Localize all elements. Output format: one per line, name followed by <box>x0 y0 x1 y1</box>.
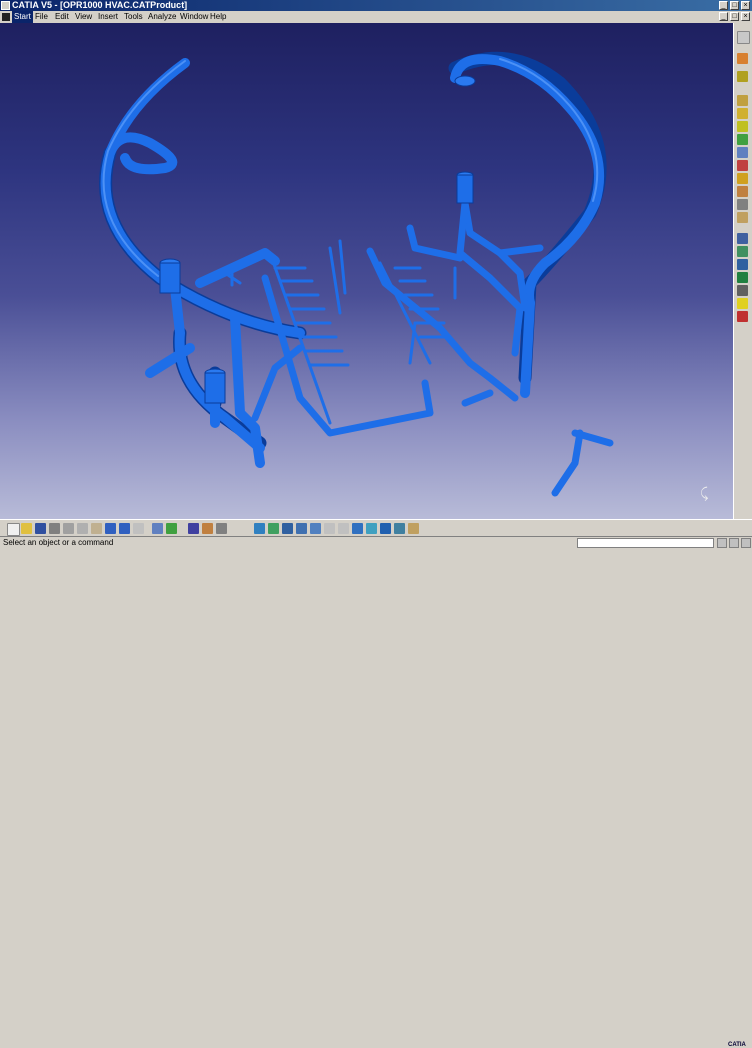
menu-analyze[interactable]: Analyze <box>148 11 176 23</box>
save-icon[interactable] <box>35 523 46 534</box>
cancel-icon[interactable] <box>741 538 751 548</box>
close-button[interactable]: × <box>741 1 750 10</box>
doc-close-button[interactable]: × <box>741 12 750 21</box>
cut-icon[interactable] <box>63 523 74 534</box>
doc-restore-button[interactable]: □ <box>730 12 739 21</box>
menu-tools[interactable]: Tools <box>124 11 143 23</box>
menu-window[interactable]: Window <box>180 11 208 23</box>
window-titlebar: CATIA V5 - [OPR1000 HVAC.CATProduct] _ □… <box>0 0 752 11</box>
rotate-icon[interactable] <box>310 523 321 534</box>
knowledge-icon[interactable] <box>166 523 177 534</box>
iso-view-icon[interactable] <box>366 523 377 534</box>
power-input-icon[interactable] <box>717 538 727 548</box>
open-icon[interactable] <box>21 523 32 534</box>
whats-this-icon[interactable] <box>133 523 144 534</box>
measure-icon[interactable] <box>202 523 213 534</box>
compass-icon[interactable] <box>254 523 265 534</box>
explode-icon[interactable] <box>737 212 748 223</box>
replace-component-icon[interactable] <box>737 121 748 132</box>
catia-app-icon[interactable] <box>1 1 10 10</box>
catia-logo: CATIA <box>728 1042 746 1048</box>
duct-cylinders <box>159 75 476 404</box>
product-icon[interactable] <box>737 53 748 64</box>
contact-icon[interactable] <box>737 272 748 283</box>
doc-minimize-button[interactable]: _ <box>719 12 728 21</box>
pan-view-icon[interactable] <box>296 523 307 534</box>
bottom-toolbar: CATIA <box>0 519 752 1048</box>
constraint-icon[interactable] <box>737 246 748 257</box>
hvac-model[interactable] <box>0 23 733 519</box>
snap-icon[interactable] <box>737 199 748 210</box>
reorder-icon[interactable] <box>737 134 748 145</box>
fit-all-icon[interactable] <box>282 523 293 534</box>
light-icon[interactable] <box>737 298 748 309</box>
catalog-icon[interactable] <box>188 523 199 534</box>
existing-component-icon[interactable] <box>737 108 748 119</box>
zoom-in-icon[interactable] <box>324 523 335 534</box>
arrow-select-icon[interactable] <box>737 31 750 44</box>
status-message: Select an object or a command <box>3 538 114 547</box>
window-title: CATIA V5 - [OPR1000 HVAC.CATProduct] <box>12 0 188 10</box>
maximize-button[interactable]: □ <box>730 1 739 10</box>
formula-icon[interactable] <box>152 523 163 534</box>
redo-icon[interactable] <box>119 523 130 534</box>
undo-icon[interactable] <box>105 523 116 534</box>
menu-file[interactable]: File <box>35 11 48 23</box>
hide-show-icon[interactable] <box>394 523 405 534</box>
menu-insert[interactable]: Insert <box>98 11 118 23</box>
assembly-icon[interactable] <box>737 71 748 82</box>
fast-multi-instantiation-icon[interactable] <box>737 173 748 184</box>
minimize-button[interactable]: _ <box>719 1 728 10</box>
insert-component-icon[interactable] <box>737 95 748 106</box>
command-input[interactable] <box>577 538 714 548</box>
fly-icon[interactable] <box>268 523 279 534</box>
menu-edit[interactable]: Edit <box>55 11 69 23</box>
copy-icon[interactable] <box>77 523 88 534</box>
status-bar: Select an object or a command <box>0 536 752 549</box>
clash-icon[interactable] <box>737 233 748 244</box>
print-icon[interactable] <box>49 523 60 534</box>
3d-viewport[interactable]: ⤹ <box>0 23 733 519</box>
offset-icon[interactable] <box>737 285 748 296</box>
right-toolbar <box>733 23 752 519</box>
renumber-icon[interactable] <box>737 147 748 158</box>
multi-instantiation-icon[interactable] <box>737 160 748 171</box>
menu-bar: Start File Edit View Insert Tools Analyz… <box>0 11 752 23</box>
document-icon[interactable] <box>2 13 10 21</box>
fix-icon[interactable] <box>737 259 748 270</box>
delete-icon[interactable] <box>737 311 748 322</box>
manipulation-icon[interactable] <box>737 186 748 197</box>
menu-help[interactable]: Help <box>210 11 226 23</box>
axis-compass-icon: ⤹ <box>700 485 709 501</box>
swap-icon[interactable] <box>408 523 419 534</box>
menu-start[interactable]: Start <box>12 11 33 23</box>
shading-icon[interactable] <box>380 523 391 534</box>
pan-icon[interactable] <box>216 523 227 534</box>
new-icon[interactable] <box>7 523 20 536</box>
menu-view[interactable]: View <box>75 11 92 23</box>
paste-icon[interactable] <box>91 523 102 534</box>
stop-icon[interactable] <box>729 538 739 548</box>
normal-view-icon[interactable] <box>352 523 363 534</box>
zoom-out-icon[interactable] <box>338 523 349 534</box>
